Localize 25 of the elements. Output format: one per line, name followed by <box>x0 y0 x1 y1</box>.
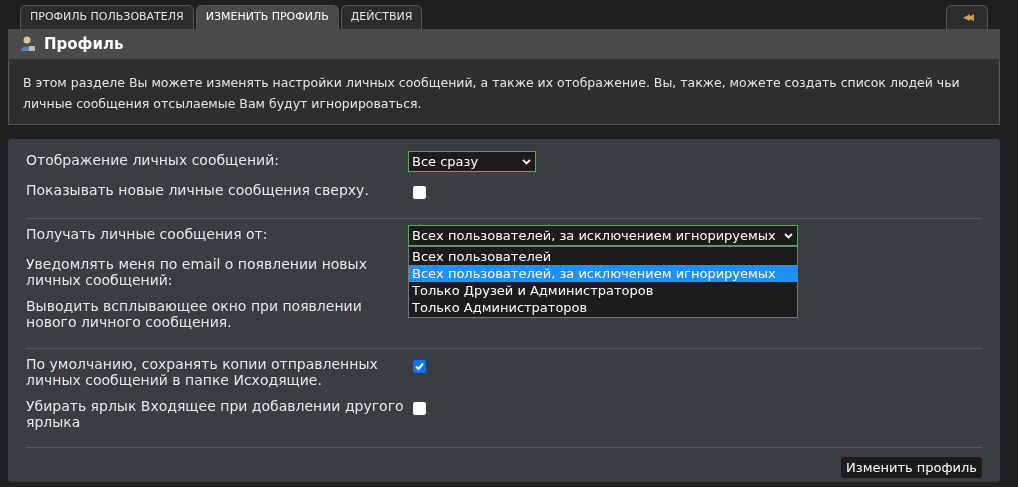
chevron-down-icon <box>522 158 531 165</box>
dropdown-option[interactable]: Только Друзей и Администраторов <box>409 282 797 299</box>
header-title: Профиль <box>44 33 124 55</box>
dropdown-option[interactable]: Только Администраторов <box>409 299 797 316</box>
collapse-button[interactable]: ◀◀ <box>946 5 988 29</box>
user-icon <box>20 36 36 52</box>
field-label: Выводить всплывающее окно при появлении нового личного сообщения. <box>26 297 363 330</box>
field-label: Убирать ярлык Входящее при добавлении другого ярлыка <box>26 397 405 430</box>
tab[interactable]: ПРОФИЛЬ ПОЛЬЗОВАТЕЛЯ <box>20 5 194 29</box>
dropdown-option[interactable]: Всех пользователей <box>409 248 797 265</box>
field-label: Уведомлять меня по email о появлении новых личных сообщений: <box>26 255 368 288</box>
checkbox[interactable] <box>413 360 426 373</box>
submit-button[interactable]: Изменить профиль <box>841 457 982 478</box>
select-field[interactable]: Всех пользователей, за исключением игнорируемых <box>408 225 798 246</box>
tab[interactable]: ДЕЙСТВИЯ <box>340 5 423 29</box>
chevron-down-icon <box>783 232 793 239</box>
field-label: Отображение личных сообщений: <box>26 151 280 168</box>
select-field[interactable]: Все сразу <box>408 151 536 172</box>
field-label: Показывать новые личные сообщения сверху. <box>26 181 370 198</box>
checkbox[interactable] <box>413 402 426 415</box>
field-label: Получать личные сообщения от: <box>26 225 269 242</box>
tab[interactable]: ИЗМЕНИТЬ ПРОФИЛЬ <box>195 5 339 29</box>
field-label: По умолчанию, сохранять копии отправленных личных сообщений в папке Исходящие. <box>26 355 379 388</box>
description-text: В этом разделе Вы можете изменять настройки личных сообщений, а также их отображение. Вы, также, можете создать список людей чьи личные сообщения отсылаемые Вам будут игнорироваться. <box>23 74 961 113</box>
checkbox[interactable] <box>413 186 426 199</box>
